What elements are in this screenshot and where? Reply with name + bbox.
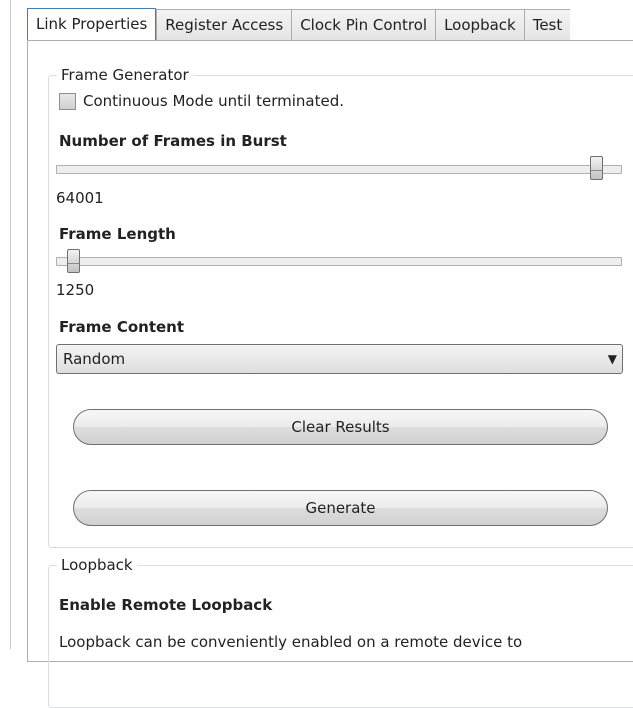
frame-length-slider-thumb[interactable] [67,249,81,273]
frame-content-label: Frame Content [59,318,185,336]
clear-results-button[interactable]: Clear Results [73,409,608,445]
frame-length-label: Frame Length [59,225,176,243]
window-border [10,0,11,649]
frames-in-burst-track[interactable] [56,165,622,174]
frames-in-burst-value: 64001 [56,189,104,207]
continuous-mode-checkbox[interactable] [59,93,76,110]
tab-clock-pin-control[interactable]: Clock Pin Control [291,9,436,41]
frames-in-burst-label: Number of Frames in Burst [59,132,287,150]
frames-in-burst-slider-thumb[interactable] [590,156,604,180]
frame-content-dropdown[interactable]: Random ▼ [56,344,623,374]
tab-link-properties[interactable]: Link Properties [27,8,157,42]
continuous-mode-label: Continuous Mode until terminated. [83,92,345,110]
frame-content-selected: Random [63,350,126,368]
tab-loopback[interactable]: Loopback [435,9,524,41]
enable-remote-loopback-label: Enable Remote Loopback [59,596,273,614]
tab-content-panel: Frame Generator Continuous Mode until te… [27,40,633,708]
loopback-title: Loopback [61,556,133,574]
frame-length-track[interactable] [56,257,622,266]
frame-length-value: 1250 [56,281,95,299]
loopback-description: Loopback can be conveniently enabled on … [59,633,523,651]
chevron-down-icon: ▼ [607,352,617,366]
frame-generator-title: Frame Generator [61,66,189,84]
generate-button[interactable]: Generate [73,490,608,526]
tab-register-access[interactable]: Register Access [156,9,292,41]
tab-test[interactable]: Test [523,9,571,41]
tab-strip: Link Properties Register Access Clock Pi… [27,8,571,42]
loopback-group: Loopback [48,556,633,708]
